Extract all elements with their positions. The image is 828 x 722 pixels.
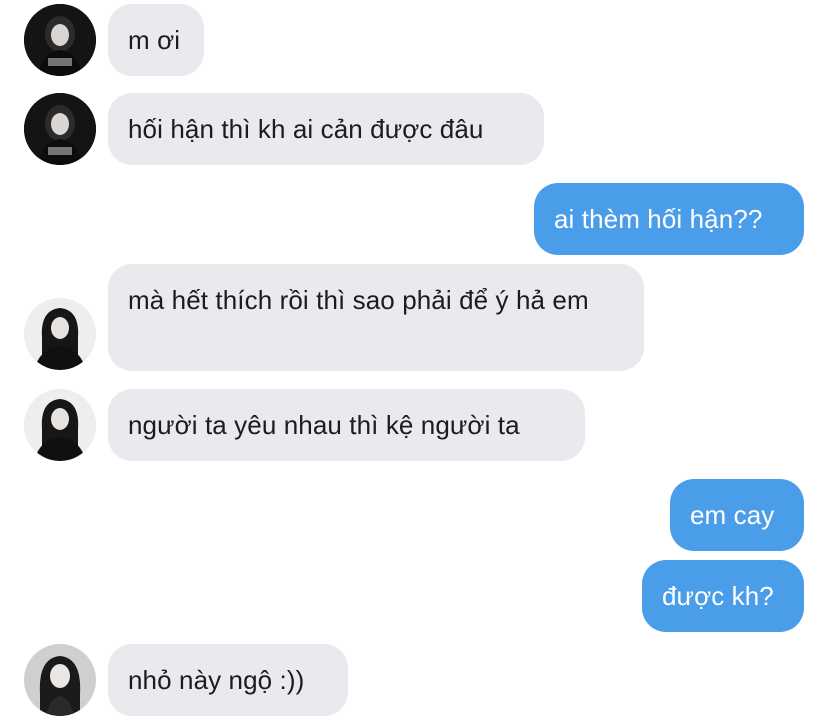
message-bubble-incoming[interactable]: m ơi <box>108 4 204 76</box>
message-bubble-incoming[interactable]: người ta yêu nhau thì kệ người ta <box>108 389 585 461</box>
avatar[interactable] <box>24 4 96 76</box>
message-text: người ta yêu nhau thì kệ người ta <box>128 410 520 440</box>
avatar[interactable] <box>24 298 96 370</box>
profile-photo-icon <box>24 298 96 370</box>
message-bubble-outgoing[interactable]: em cay <box>670 479 804 551</box>
message-text: nhỏ này ngộ :)) <box>128 665 305 695</box>
message-text: được kh? <box>662 581 774 611</box>
message-bubble-incoming[interactable]: nhỏ này ngộ :)) <box>108 644 348 716</box>
profile-photo-icon <box>24 4 96 76</box>
avatar[interactable] <box>24 644 96 716</box>
avatar[interactable] <box>24 389 96 461</box>
profile-photo-icon <box>24 389 96 461</box>
message-text: hối hận thì kh ai cản được đâu <box>128 114 484 144</box>
message-bubble-incoming[interactable]: hối hận thì kh ai cản được đâu <box>108 93 544 165</box>
message-bubble-incoming[interactable]: mà hết thích rồi thì sao phải để ý hả em <box>108 264 644 371</box>
message-text: mà hết thích rồi thì sao phải để ý hả em <box>128 285 589 315</box>
profile-photo-icon <box>24 93 96 165</box>
message-text: ai thèm hối hận?? <box>554 204 763 234</box>
message-text: m ơi <box>128 25 181 55</box>
avatar[interactable] <box>24 93 96 165</box>
profile-photo-icon <box>24 644 96 716</box>
message-bubble-outgoing[interactable]: ai thèm hối hận?? <box>534 183 804 255</box>
message-bubble-outgoing[interactable]: được kh? <box>642 560 804 632</box>
message-text: em cay <box>690 500 775 530</box>
